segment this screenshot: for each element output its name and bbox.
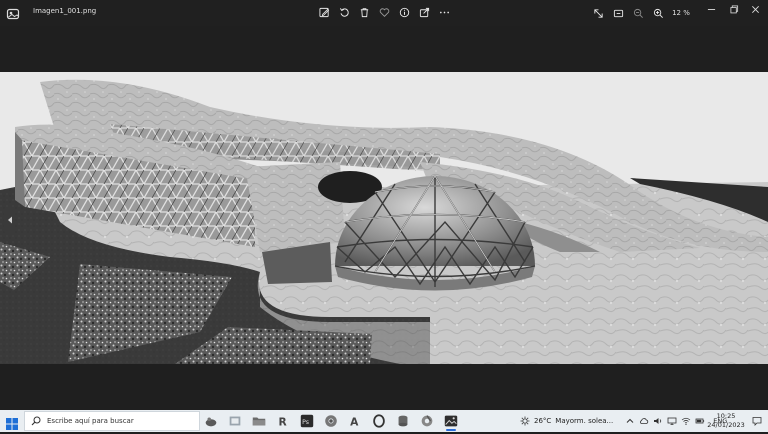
more-icon — [439, 11, 449, 13]
minimize-icon — [707, 8, 715, 10]
previous-icon — [7, 216, 12, 224]
volume-icon[interactable] — [653, 416, 663, 426]
network-icon[interactable] — [667, 416, 677, 426]
taskbar-app-opera[interactable] — [370, 412, 388, 430]
weather-temperature[interactable]: 26°C — [534, 417, 551, 425]
toolbar — [316, 4, 452, 22]
rendered-photo[interactable] — [0, 72, 768, 364]
database-icon — [398, 415, 408, 427]
photos-app-icon — [6, 6, 20, 20]
slideshow-icon — [613, 9, 623, 17]
taskbar: Escribe aquí para buscar R Ps A 26°C May… — [0, 410, 768, 432]
chevron-up-icon[interactable] — [625, 416, 635, 426]
taskbar-clock[interactable]: 10:25 24/01/2023 — [706, 412, 746, 430]
chrome-icon — [325, 415, 337, 427]
previous-button[interactable] — [4, 207, 15, 233]
taskbar-app-photos[interactable] — [442, 412, 460, 431]
taskbar-app-files[interactable] — [226, 412, 244, 430]
weather-description[interactable]: Mayorm. solea... — [555, 417, 613, 425]
taskbar-app-revit[interactable]: R — [274, 412, 292, 430]
opera-icon — [373, 414, 385, 428]
maximize-icon — [729, 4, 738, 13]
view-toolbar: 12 % — [590, 4, 692, 22]
rotate-button[interactable] — [336, 4, 352, 20]
favorite-button[interactable] — [376, 4, 392, 20]
taskbar-app-chrome[interactable] — [322, 412, 340, 430]
file-name: Imagen1_001.png — [33, 7, 97, 15]
svg-text:R: R — [279, 415, 287, 428]
cloud-icon[interactable] — [639, 416, 649, 426]
notifications-icon[interactable] — [752, 416, 762, 426]
share-icon — [419, 7, 429, 17]
fullscreen-button[interactable] — [590, 5, 606, 21]
taskbar-app-assistant[interactable] — [202, 412, 220, 430]
taskbar-app-photoshop[interactable]: Ps — [298, 412, 316, 430]
fullscreen-icon — [593, 8, 603, 18]
info-button[interactable] — [396, 4, 412, 20]
system-tray: 26°C Mayorm. solea... ENG — [520, 410, 727, 432]
svg-text:A: A — [350, 415, 359, 428]
edit-button[interactable] — [316, 4, 332, 20]
taskbar-app-explorer[interactable] — [250, 412, 268, 430]
delete-icon — [360, 7, 368, 17]
close-button[interactable] — [742, 0, 768, 18]
taskbar-app-autocad[interactable]: A — [346, 412, 364, 430]
wifi-icon[interactable] — [681, 416, 691, 426]
taskbar-app-database[interactable] — [394, 412, 412, 430]
taskbar-apps: R Ps A — [202, 412, 460, 431]
rotate-icon — [339, 7, 349, 17]
search-icon — [31, 416, 41, 426]
weather-sun-icon[interactable] — [520, 416, 530, 426]
svg-text:Ps: Ps — [302, 419, 309, 426]
zoom-out-button[interactable] — [630, 5, 646, 21]
share-button[interactable] — [416, 4, 432, 20]
image-viewer — [0, 26, 768, 410]
start-button[interactable] — [6, 415, 18, 430]
taskbar-search[interactable]: Escribe aquí para buscar — [24, 411, 200, 431]
taskbar-app-browser[interactable] — [418, 412, 436, 430]
photoshop-icon: Ps — [300, 414, 314, 428]
browser-icon — [421, 415, 433, 427]
search-placeholder: Escribe aquí para buscar — [47, 417, 134, 425]
clock-time: 10:25 — [716, 412, 736, 420]
folder-icon — [252, 417, 266, 426]
cortana-blob-icon — [205, 417, 217, 427]
info-icon — [399, 7, 409, 17]
photos-taskbar-icon — [444, 415, 458, 427]
title-bar: Imagen1_001.png 12 % — [0, 0, 768, 26]
close-icon — [751, 5, 759, 13]
delete-button[interactable] — [356, 4, 372, 20]
edit-icon — [318, 7, 329, 17]
zoom-out-icon — [633, 8, 643, 18]
revit-icon: R — [279, 415, 287, 428]
zoom-in-icon — [653, 8, 663, 18]
files-icon — [229, 416, 241, 426]
zoom-level[interactable]: 12 % — [670, 9, 692, 17]
more-button[interactable] — [436, 4, 452, 20]
zoom-in-button[interactable] — [650, 5, 666, 21]
autocad-icon: A — [350, 415, 359, 428]
favorite-icon — [379, 7, 389, 17]
start-icon — [6, 418, 18, 430]
battery-icon[interactable] — [695, 416, 705, 426]
clock-date: 24/01/2023 — [707, 421, 745, 429]
slideshow-button[interactable] — [610, 5, 626, 21]
